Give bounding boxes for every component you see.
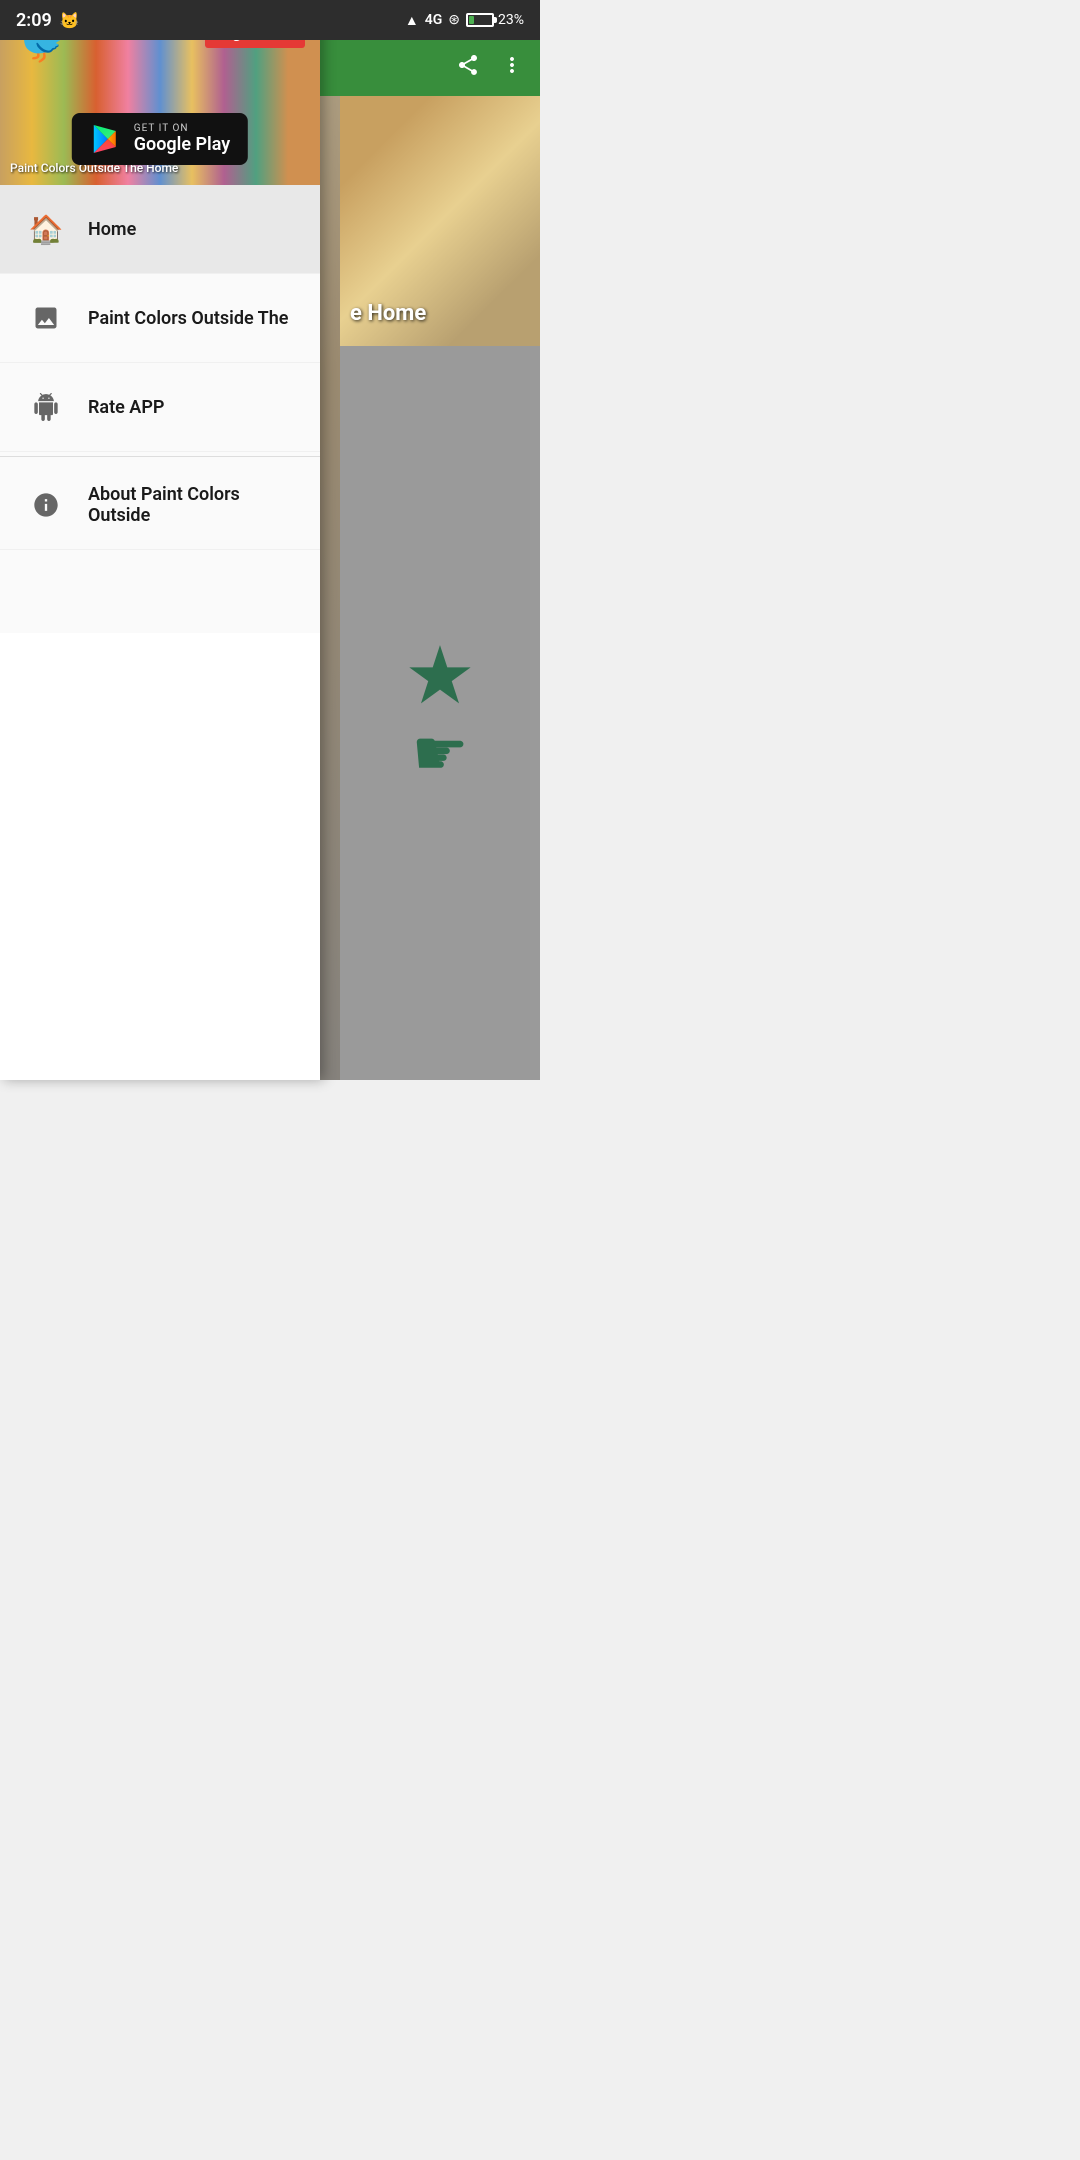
navigation-drawer: 🐦 RigariDev Paint Colors Outside The Hom…: [0, 0, 320, 1080]
menu-item-about-label: About Paint Colors Outside: [88, 484, 296, 526]
star-icon: ★: [404, 636, 476, 716]
google-play-label: Google Play: [134, 134, 230, 155]
battery-icon: [466, 13, 494, 27]
battery-fill: [469, 16, 474, 24]
drawer-menu: 🏠 Home Paint Colors Outside The Rate APP: [0, 185, 320, 633]
android-icon: [24, 385, 68, 429]
menu-divider: [0, 456, 320, 457]
menu-item-paint-colors[interactable]: Paint Colors Outside The: [0, 274, 320, 363]
status-bar-right: ▲ 4G ⊛ 23%: [405, 12, 524, 29]
more-options-icon[interactable]: [500, 53, 524, 83]
menu-item-home-label: Home: [88, 219, 136, 240]
cursor-icon: ☛: [411, 716, 468, 791]
google-play-text: GET IT ON Google Play: [134, 123, 230, 155]
menu-item-rate-label: Rate APP: [88, 397, 164, 418]
about-icon: [24, 483, 68, 527]
status-bar-left: 2:09 🐱: [16, 10, 80, 31]
status-time: 2:09: [16, 10, 52, 31]
share-icon[interactable]: [456, 53, 480, 83]
battery-percent: 23%: [498, 12, 524, 28]
network-type: 4G: [425, 12, 443, 28]
get-it-on-label: GET IT ON: [134, 123, 230, 134]
battery-indicator: 23%: [466, 12, 524, 28]
background-text-overlay: e Home: [350, 301, 426, 326]
wifi-icon: ⊛: [448, 12, 460, 28]
home-icon: 🏠: [24, 207, 68, 251]
menu-item-about[interactable]: About Paint Colors Outside: [0, 461, 320, 550]
drawer-empty-space: [0, 633, 320, 1081]
google-play-icon: [90, 123, 122, 155]
status-bar: 2:09 🐱 ▲ 4G ⊛ 23%: [0, 0, 540, 40]
signal-icon: ▲: [405, 12, 419, 29]
star-cursor-graphic: ★ ☛: [404, 636, 476, 791]
menu-item-paint-label: Paint Colors Outside The: [88, 308, 288, 329]
google-play-button[interactable]: GET IT ON Google Play: [72, 113, 248, 165]
background-right: e Home ★ ☛: [340, 96, 540, 1080]
gallery-icon: [24, 296, 68, 340]
menu-item-rate-app[interactable]: Rate APP: [0, 363, 320, 452]
cat-icon: 🐱: [60, 11, 80, 30]
background-top-right-image: e Home: [340, 96, 540, 346]
menu-item-home[interactable]: 🏠 Home: [0, 185, 320, 274]
background-bottom-right: ★ ☛: [340, 346, 540, 1080]
